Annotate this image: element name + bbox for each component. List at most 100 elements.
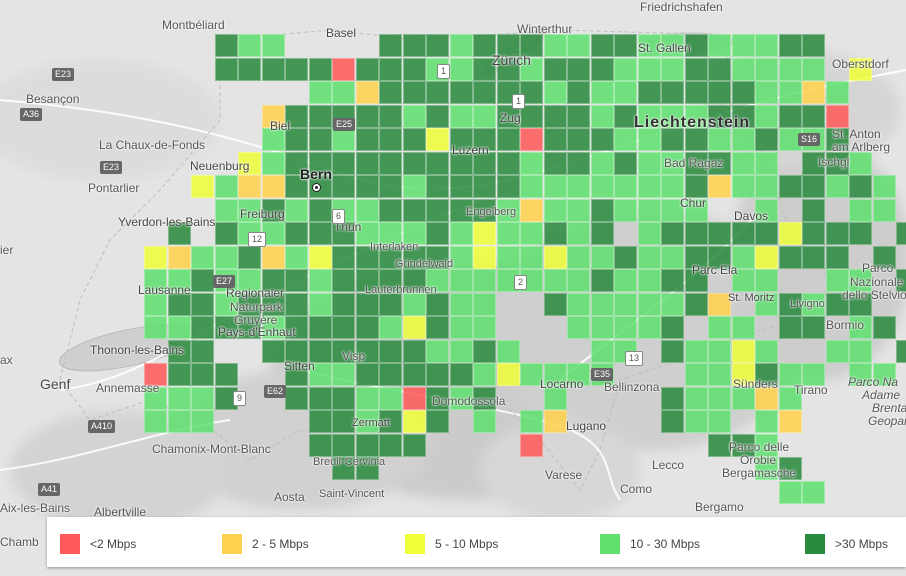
coverage-cell	[191, 316, 214, 339]
label-locarno: Locarno	[540, 377, 584, 391]
road-shield-13: 13	[625, 351, 644, 366]
coverage-cell	[191, 246, 214, 269]
label-aixlesbains: Aix-les-Bains	[0, 501, 71, 515]
coverage-cell	[708, 340, 731, 363]
label-grindelwald: Grindelwald	[395, 258, 454, 270]
coverage-cell	[473, 105, 496, 128]
coverage-cell	[614, 34, 637, 57]
coverage-cell	[473, 269, 496, 292]
label-domodossola: Domodossola	[432, 394, 506, 408]
coverage-cell	[379, 316, 402, 339]
label-chur: Chur	[680, 196, 707, 210]
coverage-cell	[591, 316, 614, 339]
road-shield-e35: E35	[591, 368, 614, 381]
coverage-cell	[638, 152, 661, 175]
coverage-cell	[520, 410, 543, 433]
label-parcoadamello-4: Geopar	[868, 414, 906, 428]
coverage-cell	[403, 58, 426, 81]
label-parconazionale-2: Nazionale	[850, 275, 904, 289]
coverage-cell	[591, 293, 614, 316]
coverage-cell	[755, 34, 778, 57]
road-shield-1: 1	[437, 64, 451, 79]
coverage-cell	[591, 269, 614, 292]
coverage-cell	[826, 222, 849, 245]
label-varese: Varese	[545, 468, 583, 482]
label-tirano: Tirano	[794, 383, 828, 397]
coverage-cell	[168, 316, 191, 339]
label-saintvincent: Saint-Vincent	[319, 488, 385, 500]
coverage-cell	[356, 293, 379, 316]
coverage-cell	[332, 434, 355, 457]
coverage-cell	[661, 222, 684, 245]
coverage-cell	[309, 58, 332, 81]
coverage-cell	[779, 34, 802, 57]
coverage-cell	[544, 58, 567, 81]
coverage-cell	[638, 175, 661, 198]
coverage-cell	[779, 246, 802, 269]
coverage-cell	[403, 105, 426, 128]
coverage-cell	[426, 34, 449, 57]
coverage-cell	[379, 199, 402, 222]
label-stanton: St. Anton	[832, 127, 881, 141]
label-parcodelle-1: Parco delle	[729, 440, 790, 454]
label-parconazionale-1: Parco	[862, 261, 894, 275]
coverage-cell	[332, 128, 355, 151]
coverage-cell	[732, 340, 755, 363]
coverage-cell	[826, 340, 849, 363]
road-shield-e23: E23	[52, 68, 75, 81]
coverage-cell	[309, 81, 332, 104]
coverage-cell	[614, 58, 637, 81]
coverage-cell	[708, 434, 731, 457]
label-parcoadamello-3: Brenta	[872, 401, 906, 415]
label-visp: Visp	[342, 349, 366, 363]
label-stgallen: St. Gallen	[638, 41, 691, 55]
coverage-cell	[403, 34, 426, 57]
road-shield-12: 12	[248, 232, 267, 247]
coverage-cell	[802, 34, 825, 57]
legend-label: >30 Mbps	[835, 537, 889, 551]
coverage-cell	[755, 175, 778, 198]
coverage-cell	[285, 199, 308, 222]
coverage-cell	[356, 316, 379, 339]
label-bern: Bern	[300, 166, 332, 182]
coverage-cell	[168, 387, 191, 410]
coverage-cell	[426, 410, 449, 433]
coverage-cell	[403, 340, 426, 363]
coverage-cell	[685, 387, 708, 410]
legend-swatch	[222, 534, 242, 554]
coverage-cell	[567, 293, 590, 316]
map-view[interactable]: Basel Winterthur Friedrichshafen Montbél…	[0, 0, 906, 576]
coverage-cell	[520, 246, 543, 269]
coverage-cell	[591, 199, 614, 222]
coverage-cell	[708, 222, 731, 245]
coverage-cell	[802, 246, 825, 269]
coverage-cell	[826, 81, 849, 104]
coverage-cell	[168, 246, 191, 269]
coverage-cell	[802, 481, 825, 504]
coverage-cell	[309, 293, 332, 316]
coverage-cell	[520, 222, 543, 245]
coverage-cell	[849, 222, 872, 245]
coverage-cell	[497, 222, 520, 245]
label-bellinzona: Bellinzona	[604, 380, 660, 394]
coverage-cell	[309, 222, 332, 245]
coverage-cell	[379, 152, 402, 175]
coverage-cell	[262, 152, 285, 175]
coverage-cell	[661, 269, 684, 292]
coverage-cell	[755, 152, 778, 175]
coverage-cell	[215, 199, 238, 222]
coverage-cell	[403, 293, 426, 316]
label-lauterbrunnen: Lauterbrunnen	[365, 284, 437, 296]
coverage-cell	[591, 81, 614, 104]
coverage-cell	[591, 58, 614, 81]
coverage-cell	[708, 175, 731, 198]
coverage-cell	[309, 246, 332, 269]
coverage-cell	[379, 58, 402, 81]
legend-item-2to5: 2 - 5 Mbps	[222, 534, 309, 554]
coverage-cell	[497, 152, 520, 175]
coverage-cell	[873, 199, 896, 222]
coverage-cell	[708, 387, 731, 410]
coverage-cell	[732, 222, 755, 245]
coverage-cell	[755, 410, 778, 433]
coverage-cell	[473, 293, 496, 316]
